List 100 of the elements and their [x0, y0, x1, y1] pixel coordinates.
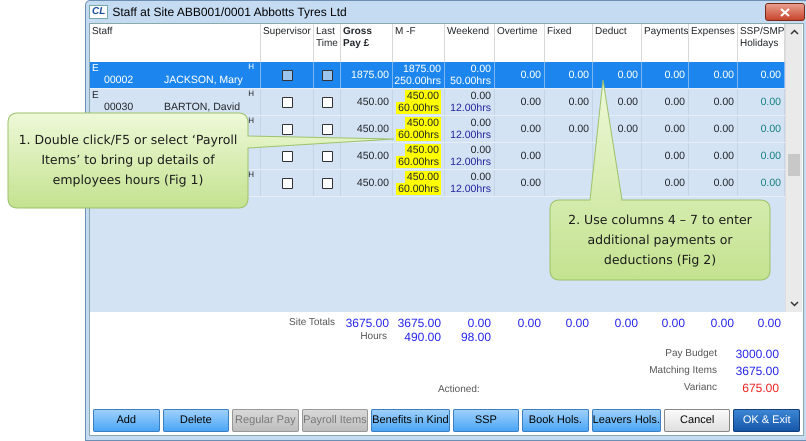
table-cell: 0.00 [520, 150, 541, 162]
summary-value: 675.00 [741, 380, 779, 396]
action-button[interactable]: Leavers Hols. [592, 409, 661, 432]
table-cell: 450.00 [356, 123, 389, 135]
table-cell: 0.00 [520, 69, 541, 81]
holiday-letter: H [248, 116, 254, 125]
table-cell: 450.00 [404, 117, 441, 129]
scroll-down-icon[interactable] [790, 301, 799, 307]
table-cell: 0.00 [568, 123, 589, 135]
window-title: Staff at Site ABB001/0001 Abbotts Tyres Ltd [112, 4, 347, 21]
table-cell: 50.00hrs [450, 75, 491, 87]
action-button[interactable]: Delete [162, 409, 230, 432]
checkbox[interactable] [282, 96, 292, 108]
table-cell: 60.00hrs [396, 156, 441, 168]
total-value: 0.00 [466, 316, 492, 330]
close-button[interactable] [765, 3, 805, 21]
checkbox[interactable] [282, 70, 292, 80]
holiday-letter: H [248, 89, 254, 98]
table-cell: 12.00hrs [450, 156, 491, 168]
table-cell: 0.00 [664, 177, 685, 189]
checkbox[interactable] [322, 96, 332, 108]
table-cell: 60.00hrs [396, 102, 441, 114]
close-icon [780, 8, 790, 16]
table-cell: 250.00hrs [394, 75, 441, 87]
total-value: 0.00 [564, 316, 590, 330]
table-cell: 0.00 [618, 96, 638, 108]
checkbox[interactable] [282, 124, 292, 134]
table-cell: 0.00 [470, 144, 491, 156]
table-cell: 0.00 [520, 123, 541, 135]
table-cell: 12.00hrs [450, 183, 491, 195]
table-cell: 0.00 [618, 123, 638, 135]
hours-value: 490.00 [403, 330, 442, 344]
checkbox[interactable] [322, 150, 332, 162]
hours-label: Hours [359, 330, 388, 344]
table-cell: 12.00hrs [450, 129, 491, 141]
scrollbar[interactable] [785, 24, 802, 312]
staff-code: 00030 [104, 101, 134, 113]
table-cell: 0.00 [470, 63, 491, 75]
table-cell: 0.00 [520, 96, 541, 108]
total-value: 0.00 [516, 316, 542, 330]
table-cell: 0.00 [664, 150, 685, 162]
table-cell: 0.00 [760, 69, 781, 81]
checkbox[interactable] [282, 178, 292, 188]
summary-label: Varianc [682, 381, 717, 395]
actioned-label: Actioned: [438, 383, 480, 397]
table-cell: 450.00 [404, 90, 441, 102]
table-cell: 0.00 [714, 69, 734, 81]
total-value: 3675.00 [396, 316, 442, 330]
action-button[interactable]: Benefits in Kind [371, 409, 450, 432]
table-cell: 0.00 [664, 123, 685, 135]
scroll-up-icon[interactable] [790, 29, 799, 35]
table-cell: 0.00 [760, 150, 781, 162]
action-button[interactable]: OK & Exit [733, 409, 800, 432]
total-value: 0.00 [756, 316, 782, 330]
table-cell: 0.00 [470, 117, 491, 129]
total-value: 0.00 [660, 316, 686, 330]
table-cell: 12.00hrs [450, 102, 491, 114]
table-cell: 450.00 [356, 150, 389, 162]
summary-value: 3675.00 [734, 363, 779, 379]
employee-type-letter: E [92, 90, 99, 102]
total-value: 3675.00 [344, 316, 390, 330]
summary-label: Matching Items [649, 364, 717, 378]
checkbox[interactable] [322, 70, 332, 80]
checkbox[interactable] [322, 124, 332, 134]
table-cell: 0.00 [470, 90, 491, 102]
totals-label: Site Totals [288, 316, 336, 330]
table-cell: 0.00 [520, 177, 541, 189]
action-button[interactable]: Cancel [664, 409, 730, 432]
table-cell: 450.00 [404, 144, 441, 156]
holiday-letter: H [248, 170, 254, 179]
table-cell: 1875.00 [351, 69, 389, 81]
action-button[interactable]: Add [93, 409, 160, 432]
staff-name: JACKSON, Mary [164, 74, 243, 86]
table-cell: 0.00 [760, 177, 781, 189]
table-cell: 60.00hrs [396, 129, 441, 141]
checkbox[interactable] [282, 150, 292, 162]
total-value: 0.00 [614, 316, 639, 330]
scroll-thumb[interactable] [788, 154, 800, 176]
table-cell: 0.00 [664, 96, 685, 108]
total-value: 0.00 [710, 316, 735, 330]
table-cell: 0.00 [568, 69, 589, 81]
table-cell: 0.00 [618, 69, 638, 81]
action-button[interactable]: Book Hols. [522, 409, 589, 432]
table-cell: 0.00 [714, 96, 734, 108]
table-cell: 60.00hrs [396, 183, 441, 195]
action-button[interactable]: SSP [452, 409, 520, 432]
employee-type-letter: E [92, 63, 99, 75]
table-cell: 1875.00 [403, 63, 441, 75]
table-cell: 0.00 [470, 171, 491, 183]
table-cell: 0.00 [664, 69, 685, 81]
app-logo: CL [89, 5, 108, 19]
table-cell: 0.00 [714, 177, 734, 189]
checkbox[interactable] [322, 178, 332, 188]
table-cell: 0.00 [760, 96, 781, 108]
table-cell: 0.00 [760, 123, 781, 135]
table-cell: 0.00 [714, 150, 734, 162]
staff-name: BARTON, David [164, 101, 240, 113]
summary-value: 3000.00 [734, 346, 779, 362]
hours-value: 98.00 [460, 330, 492, 344]
table-cell: 450.00 [356, 96, 389, 108]
